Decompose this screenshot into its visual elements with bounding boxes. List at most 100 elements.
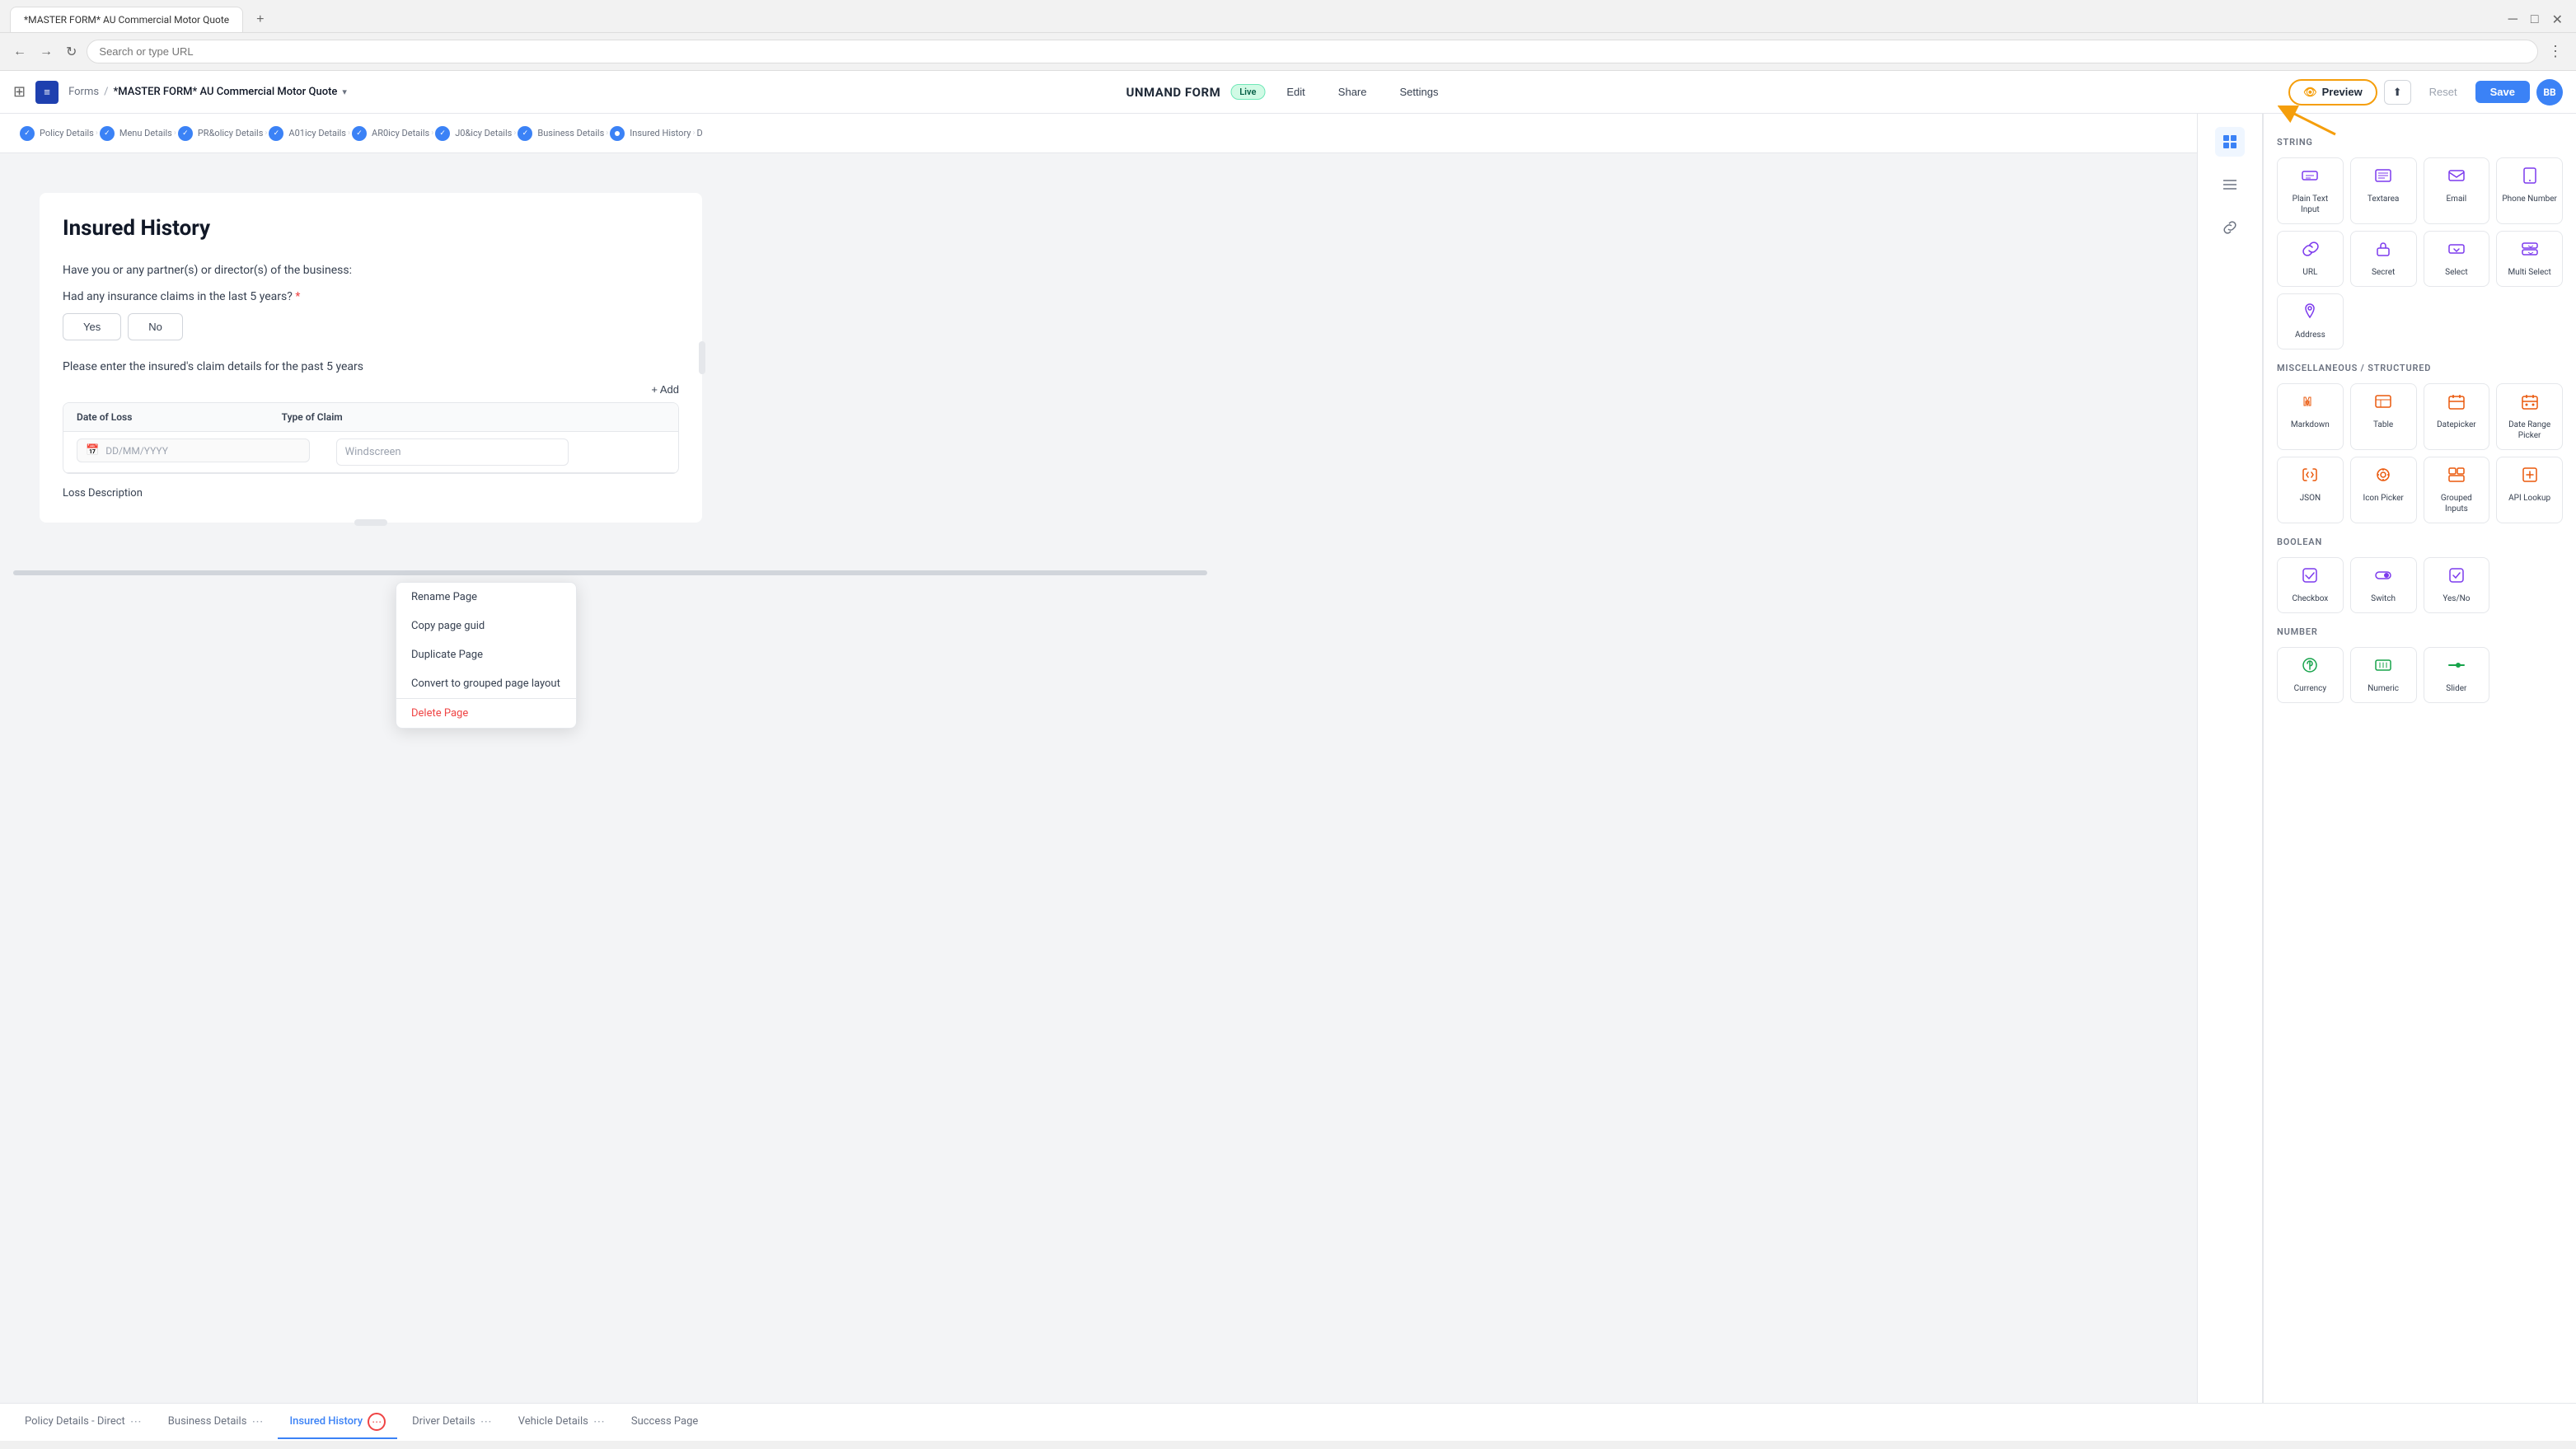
tab-vehicle-details-label: Vehicle Details — [518, 1415, 588, 1428]
step-label: Menu Details — [119, 128, 172, 138]
type-input[interactable]: Windscreen — [336, 438, 569, 466]
sidebar-link-icon[interactable] — [2215, 213, 2245, 242]
component-url[interactable]: URL — [2277, 231, 2344, 287]
tab-policy-details-dots[interactable]: ⋯ — [130, 1415, 142, 1428]
share-button[interactable]: Share — [1327, 81, 1379, 103]
edit-button[interactable]: Edit — [1275, 81, 1316, 103]
tab-success-page[interactable]: Success Page — [620, 1409, 710, 1436]
step-aolicy[interactable]: ✓ AR0icy Details — [352, 126, 429, 141]
tab-driver-details-dots[interactable]: ⋯ — [480, 1415, 492, 1428]
step-arrow-icon: › — [606, 129, 608, 138]
step-d[interactable]: D — [697, 128, 703, 138]
sidebar-components-icon[interactable] — [2215, 127, 2245, 157]
yes-button[interactable]: Yes — [63, 313, 121, 340]
breadcrumb-chevron-icon[interactable]: ▾ — [342, 87, 347, 97]
component-table[interactable]: Table — [2350, 383, 2417, 450]
step-menu-details[interactable]: ✓ Menu Details — [100, 126, 172, 141]
tab-business-details[interactable]: Business Details ⋯ — [157, 1409, 275, 1437]
component-datepicker[interactable]: Datepicker — [2424, 383, 2490, 450]
resize-handle-bottom[interactable] — [354, 519, 387, 526]
add-tab-button[interactable]: + — [250, 9, 270, 30]
resize-handle-right[interactable] — [699, 341, 705, 374]
step-policy-details[interactable]: ✓ Policy Details — [20, 126, 94, 141]
date-input[interactable]: 📅 DD/MM/YYYY — [77, 438, 310, 462]
tab-insured-history-dots-circle[interactable]: ⋯ — [368, 1413, 386, 1431]
component-slider[interactable]: Slider — [2424, 647, 2490, 703]
sidebar — [2197, 114, 2263, 1403]
component-select[interactable]: Select — [2424, 231, 2490, 287]
table-label: Table — [2373, 420, 2393, 430]
tab-insured-history-dots[interactable]: ⋯ — [372, 1416, 382, 1428]
horizontal-scrollbar-thumb[interactable] — [13, 570, 1207, 575]
tab-business-details-dots[interactable]: ⋯ — [251, 1415, 263, 1428]
calendar-icon: 📅 — [86, 444, 99, 457]
tab-insured-history[interactable]: Insured History ⋯ — [278, 1406, 397, 1439]
save-button[interactable]: Save — [2475, 81, 2530, 103]
context-menu-duplicate[interactable]: Duplicate Page — [396, 640, 576, 669]
component-api-lookup[interactable]: API Lookup — [2496, 457, 2563, 523]
component-email[interactable]: Email — [2424, 157, 2490, 224]
no-button[interactable]: No — [128, 313, 183, 340]
tab-driver-details[interactable]: Driver Details ⋯ — [400, 1409, 503, 1437]
component-switch[interactable]: Switch — [2350, 557, 2417, 613]
tab-vehicle-details-dots[interactable]: ⋯ — [593, 1415, 605, 1428]
table-header-row: Date of Loss Type of Claim — [63, 403, 678, 432]
component-multi-select[interactable]: Multi Select — [2496, 231, 2563, 287]
col-header-type: Type of Claim — [269, 403, 474, 431]
email-label: Email — [2446, 194, 2466, 204]
context-menu-copy-guid[interactable]: Copy page guid — [396, 612, 576, 640]
minimize-button[interactable]: ─ — [2505, 9, 2521, 30]
add-button[interactable]: + Add — [651, 383, 679, 396]
avatar[interactable]: BB — [2536, 79, 2563, 106]
component-phone-number[interactable]: Phone Number — [2496, 157, 2563, 224]
component-address[interactable]: Address — [2277, 293, 2344, 349]
step-check-icon: ✓ — [100, 126, 115, 141]
component-textarea[interactable]: Textarea — [2350, 157, 2417, 224]
yes-no-label: Yes/No — [2443, 593, 2470, 604]
apps-icon[interactable]: ⊞ — [13, 83, 26, 101]
phone-number-icon — [2521, 166, 2539, 189]
component-checkbox[interactable]: Checkbox — [2277, 557, 2344, 613]
step-insured-history[interactable]: Insured History — [610, 126, 691, 141]
context-menu-rename[interactable]: Rename Page — [396, 583, 576, 612]
step-label: D — [697, 128, 703, 138]
export-button[interactable]: ⬆ — [2384, 80, 2411, 105]
settings-button[interactable]: Settings — [1389, 81, 1450, 103]
forward-button[interactable]: → — [36, 41, 56, 63]
component-currency[interactable]: Currency — [2277, 647, 2344, 703]
component-date-range-picker[interactable]: Date Range Picker — [2496, 383, 2563, 450]
datepicker-label: Datepicker — [2437, 420, 2476, 430]
step-jolicy[interactable]: ✓ J0&icy Details — [435, 126, 512, 141]
url-bar[interactable] — [87, 40, 2538, 63]
component-numeric[interactable]: Numeric — [2350, 647, 2417, 703]
reset-button[interactable]: Reset — [2418, 81, 2469, 103]
tab-success-page-label: Success Page — [631, 1415, 698, 1428]
context-menu-convert[interactable]: Convert to grouped page layout — [396, 669, 576, 698]
preview-button[interactable]: 👁 Preview — [2288, 79, 2377, 106]
component-markdown[interactable]: Markdown — [2277, 383, 2344, 450]
yes-no-group: Yes No — [63, 313, 679, 340]
component-yes-no[interactable]: Yes/No — [2424, 557, 2490, 613]
browser-more-button[interactable]: ⋮ — [2545, 40, 2566, 63]
component-secret[interactable]: Secret — [2350, 231, 2417, 287]
context-menu-delete[interactable]: Delete Page — [396, 699, 576, 728]
breadcrumb-forms[interactable]: Forms — [68, 86, 99, 98]
step-check-icon: ✓ — [178, 126, 193, 141]
back-button[interactable]: ← — [10, 41, 30, 63]
step-policy-details-2[interactable]: ✓ PR&olicy Details — [178, 126, 264, 141]
tab-policy-details[interactable]: Policy Details - Direct ⋯ — [13, 1409, 153, 1437]
step-ao1icy[interactable]: ✓ A01icy Details — [269, 126, 346, 141]
sidebar-layers-icon[interactable] — [2215, 170, 2245, 199]
browser-tab[interactable]: *MASTER FORM* AU Commercial Motor Quote — [10, 7, 243, 32]
close-button[interactable]: ✕ — [2549, 8, 2566, 31]
tab-vehicle-details[interactable]: Vehicle Details ⋯ — [507, 1409, 616, 1437]
url-label: URL — [2302, 267, 2317, 278]
step-business-details[interactable]: ✓ Business Details — [518, 126, 604, 141]
component-icon-picker[interactable]: Icon Picker — [2350, 457, 2417, 523]
reload-button[interactable]: ↻ — [63, 40, 80, 63]
component-plain-text-input[interactable]: Plain Text Input — [2277, 157, 2344, 224]
currency-label: Currency — [2294, 683, 2327, 694]
maximize-button[interactable]: □ — [2527, 9, 2542, 30]
component-grouped-inputs[interactable]: Grouped Inputs — [2424, 457, 2490, 523]
component-json[interactable]: JSON — [2277, 457, 2344, 523]
